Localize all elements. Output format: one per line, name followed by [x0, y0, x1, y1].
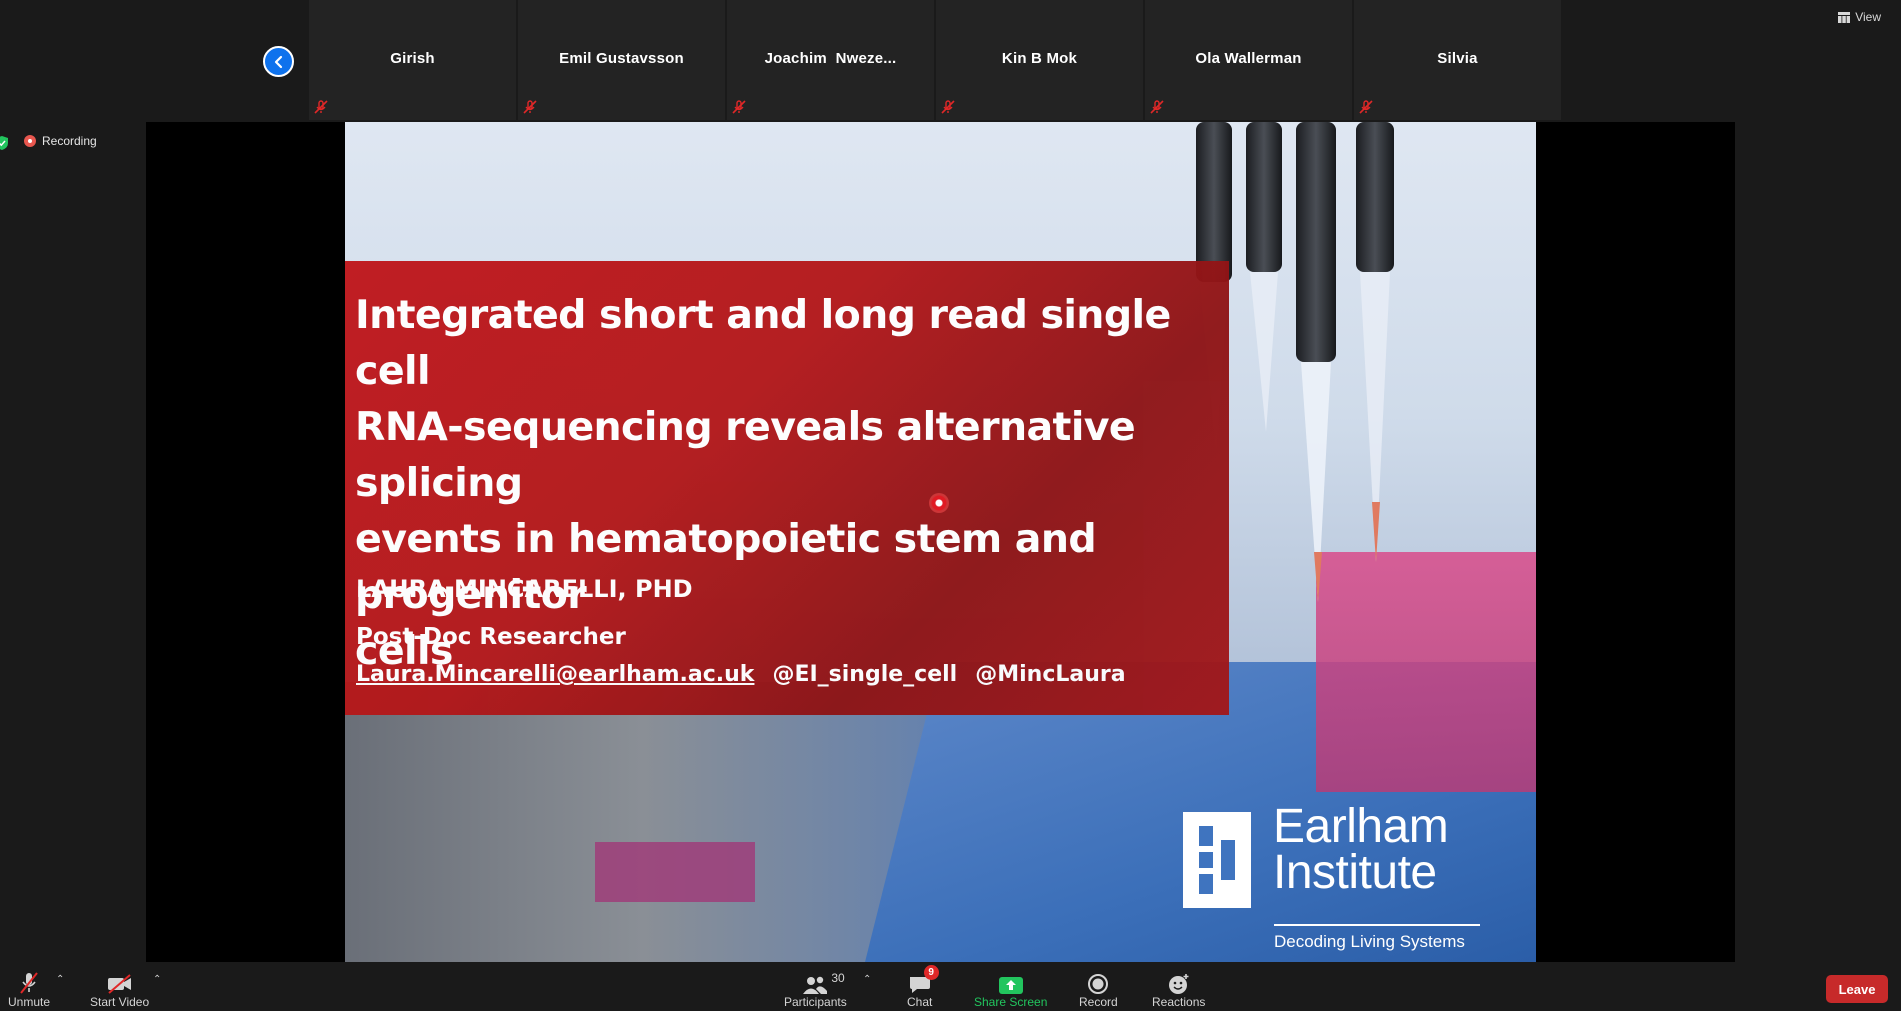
- participant-name: Joachim Nweze...: [764, 50, 897, 67]
- logo-name: Earlham Institute: [1273, 800, 1449, 899]
- share-screen-icon: [998, 977, 1023, 994]
- recording-label: Recording: [42, 134, 97, 148]
- participants-label: Participants: [784, 995, 847, 1009]
- unmute-button[interactable]: Unmute: [8, 969, 50, 1009]
- mic-muted-icon: [732, 100, 746, 114]
- recording-dot-icon: [24, 135, 36, 147]
- slide-email: Laura.Mincarelli@earlham.ac.uk: [356, 662, 755, 687]
- meeting-toolbar: Unmute ⌃ Start Video ⌃ 30 Participants ⌃: [0, 962, 1901, 1011]
- mic-muted-icon: [523, 100, 537, 114]
- reactions-button[interactable]: Reactions: [1152, 969, 1205, 1009]
- pipette-tips-illustration: [1196, 122, 1394, 602]
- logo-name-line: Earlham: [1273, 800, 1449, 853]
- mic-muted-icon: [1150, 100, 1164, 114]
- participants-button[interactable]: 30 Participants: [784, 969, 847, 1009]
- share-screen-button[interactable]: Share Screen: [974, 969, 1047, 1009]
- start-video-label: Start Video: [90, 995, 150, 1009]
- record-icon: [1088, 974, 1109, 994]
- logo-divider: [1274, 924, 1480, 926]
- participants-count: 30: [831, 971, 845, 985]
- participant-name: Ola Wallerman: [1195, 50, 1302, 67]
- slide-contacts: Laura.Mincarelli@earlham.ac.uk @EI_singl…: [356, 662, 1126, 687]
- logo-tagline: Decoding Living Systems: [1274, 932, 1465, 951]
- unmute-label: Unmute: [8, 995, 51, 1009]
- chat-button[interactable]: 9 Chat: [907, 965, 939, 1009]
- participant-tile[interactable]: Girish: [309, 0, 518, 120]
- reactions-smile-icon: [1168, 974, 1189, 994]
- start-video-button[interactable]: Start Video: [90, 969, 149, 1009]
- participant-tile[interactable]: Joachim Nweze...: [727, 0, 936, 120]
- participant-strip: Girish Emil Gustavsson Joachim Nweze... …: [309, 0, 1563, 120]
- view-button[interactable]: View: [1838, 10, 1881, 24]
- slide-background-magenta: [595, 842, 755, 902]
- mic-muted-icon: [314, 100, 328, 114]
- logo-name-line: Institute: [1273, 846, 1437, 899]
- chevron-left-icon: [274, 55, 282, 68]
- slide-role: Post-Doc Researcher: [356, 624, 626, 650]
- participant-tile[interactable]: Emil Gustavsson: [518, 0, 727, 120]
- chat-label: Chat: [907, 995, 933, 1009]
- participants-icon: [803, 976, 828, 994]
- recording-indicator[interactable]: Recording: [24, 134, 97, 148]
- reactions-label: Reactions: [1152, 995, 1206, 1009]
- earlham-institute-logo: Earlham Institute Decoding Living System…: [1183, 803, 1523, 962]
- audio-options-caret[interactable]: ⌃: [56, 974, 64, 985]
- video-options-caret[interactable]: ⌃: [153, 974, 161, 985]
- participants-options-caret[interactable]: ⌃: [863, 974, 871, 985]
- video-off-icon: [107, 974, 131, 994]
- laser-pointer-icon: [929, 493, 949, 513]
- title-panel: Integrated short and long read single ce…: [345, 261, 1229, 715]
- mic-muted-icon: [1359, 100, 1373, 114]
- share-screen-label: Share Screen: [974, 995, 1048, 1009]
- chat-unread-badge: 9: [923, 965, 939, 980]
- record-button[interactable]: Record: [1079, 969, 1118, 1009]
- slide-title: Integrated short and long read single ce…: [355, 287, 1225, 679]
- mic-muted-icon: [941, 100, 955, 114]
- slide-handle: @EI_single_cell: [772, 662, 958, 687]
- presentation-slide: Integrated short and long read single ce…: [345, 122, 1536, 962]
- view-label: View: [1855, 10, 1881, 24]
- participant-tile[interactable]: Ola Wallerman: [1145, 0, 1354, 120]
- participant-tile[interactable]: Kin B Mok: [936, 0, 1145, 120]
- participant-name: Silvia: [1437, 50, 1478, 67]
- slide-title-line: events in hematopoietic stem and progeni…: [355, 516, 1097, 618]
- record-label: Record: [1079, 995, 1118, 1009]
- ei-logo-mark-icon: [1183, 812, 1251, 908]
- slide-title-line: Integrated short and long read single ce…: [355, 292, 1171, 394]
- mic-muted-icon: [20, 972, 38, 994]
- security-shield-icon[interactable]: [0, 136, 8, 150]
- grid-view-icon: [1838, 11, 1851, 23]
- strip-prev-button[interactable]: [263, 46, 294, 77]
- participant-name: Kin B Mok: [1001, 50, 1078, 67]
- participant-name: Emil Gustavsson: [559, 50, 684, 67]
- participant-tile[interactable]: Silvia: [1354, 0, 1563, 120]
- slide-author: LAURA MINCARELLI, PHD: [356, 575, 693, 603]
- slide-title-line: RNA-sequencing reveals alternative splic…: [355, 404, 1136, 506]
- participant-name: Girish: [390, 50, 435, 67]
- leave-meeting-button[interactable]: Leave: [1826, 975, 1888, 1003]
- slide-handle: @MincLaura: [975, 662, 1126, 687]
